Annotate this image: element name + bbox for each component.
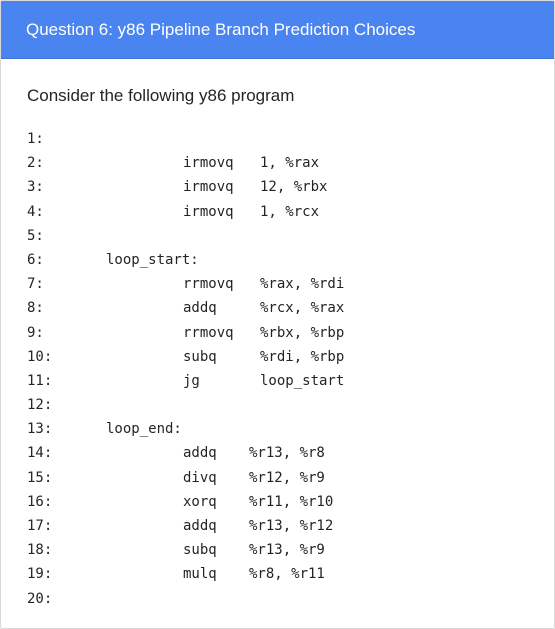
line-number: 7: xyxy=(27,276,44,293)
code-instruction: divq xyxy=(183,469,217,486)
code-line: 5: xyxy=(27,224,547,248)
code-line: 19: mulq %r8, %r11 xyxy=(27,562,547,586)
line-number: 19: xyxy=(27,566,53,583)
code-line: 15: divq %r12, %r9 xyxy=(27,466,547,490)
code-instruction: rrmovq xyxy=(183,324,234,341)
line-number: 14: xyxy=(27,445,53,462)
code-instruction: jg xyxy=(183,372,200,389)
code-line: 13: loop_end: xyxy=(27,417,547,441)
code-instruction: addq xyxy=(183,445,217,462)
code-line: 8: addq %rcx, %rax xyxy=(27,296,547,320)
code-operands: loop_start xyxy=(260,372,345,389)
code-line: 11: jg loop_start xyxy=(27,369,547,393)
code-label: loop_start: xyxy=(106,251,199,268)
line-number: 5: xyxy=(27,227,44,244)
question-title: Question 6: y86 Pipeline Branch Predicti… xyxy=(26,19,416,39)
code-instruction: addq xyxy=(183,518,217,534)
code-line: 10: subq %rdi, %rbp xyxy=(27,345,547,369)
line-number: 18: xyxy=(27,542,53,559)
code-line: 12: xyxy=(27,393,547,417)
line-number: 20: xyxy=(27,590,53,607)
code-operands: %r11, %r10 xyxy=(249,493,334,510)
code-label: loop_end: xyxy=(106,421,182,438)
line-number: 13: xyxy=(27,421,53,438)
question-prompt: Consider the following y86 program xyxy=(27,86,295,105)
code-instruction: irmovq xyxy=(183,203,234,220)
code-operands: %rdi, %rbp xyxy=(260,348,345,365)
code-instruction: irmovq xyxy=(183,179,234,196)
code-instruction: addq xyxy=(183,300,217,317)
code-line: 1: xyxy=(27,127,547,151)
code-instruction: irmovq xyxy=(183,155,234,172)
code-operands: %rbx, %rbp xyxy=(260,324,345,341)
question-header: Question 6: y86 Pipeline Branch Predicti… xyxy=(1,1,554,59)
code-line: 20: xyxy=(27,587,547,611)
code-operands: 12, %rbx xyxy=(260,179,328,196)
code-operands: %r13, %r12 xyxy=(249,518,334,534)
code-operands: %r13, %r9 xyxy=(249,542,325,559)
line-number: 11: xyxy=(27,372,53,389)
code-line: 16: xorq %r11, %r10 xyxy=(27,490,547,514)
line-number: 2: xyxy=(27,155,44,172)
line-number: 16: xyxy=(27,493,53,510)
line-number: 15: xyxy=(27,469,53,486)
line-number: 6: xyxy=(27,251,44,268)
code-line: 6: loop_start: xyxy=(27,248,547,272)
code-instruction: rrmovq xyxy=(183,276,234,293)
code-operands: %r13, %r8 xyxy=(249,445,325,462)
code-listing: 1: 2: irmovq 1, %rax 3: irmovq 12, %rbx 4: irmov… xyxy=(27,127,547,611)
code-line: 18: subq %r13, %r9 xyxy=(27,538,547,562)
line-number: 10: xyxy=(27,348,53,365)
code-operands: %rax, %rdi xyxy=(260,276,345,293)
code-line: 3: irmovq 12, %rbx xyxy=(27,175,547,199)
code-instruction: subq xyxy=(183,542,217,559)
code-line: 17: addq %r13, %r12 xyxy=(27,514,547,538)
line-number: 8: xyxy=(27,300,44,317)
line-number: 17: xyxy=(27,518,53,534)
line-number: 9: xyxy=(27,324,44,341)
line-number: 12: xyxy=(27,397,53,414)
code-operands: 1, %rax xyxy=(260,155,320,172)
code-instruction: xorq xyxy=(183,493,217,510)
code-line: 4: irmovq 1, %rcx xyxy=(27,200,547,224)
line-number: 1: xyxy=(27,131,44,147)
code-line: 9: rrmovq %rbx, %rbp xyxy=(27,321,547,345)
code-operands: %r8, %r11 xyxy=(249,566,325,583)
code-operands: %r12, %r9 xyxy=(249,469,325,486)
question-card: Question 6: y86 Pipeline Branch Predicti… xyxy=(0,0,555,629)
line-number: 4: xyxy=(27,203,44,220)
line-number: 3: xyxy=(27,179,44,196)
code-instruction: mulq xyxy=(183,566,217,583)
code-line: 2: irmovq 1, %rax xyxy=(27,151,547,175)
code-line: 14: addq %r13, %r8 xyxy=(27,441,547,465)
code-line: 7: rrmovq %rax, %rdi xyxy=(27,272,547,296)
code-operands: 1, %rcx xyxy=(260,203,320,220)
code-operands: %rcx, %rax xyxy=(260,300,345,317)
code-instruction: subq xyxy=(183,348,217,365)
